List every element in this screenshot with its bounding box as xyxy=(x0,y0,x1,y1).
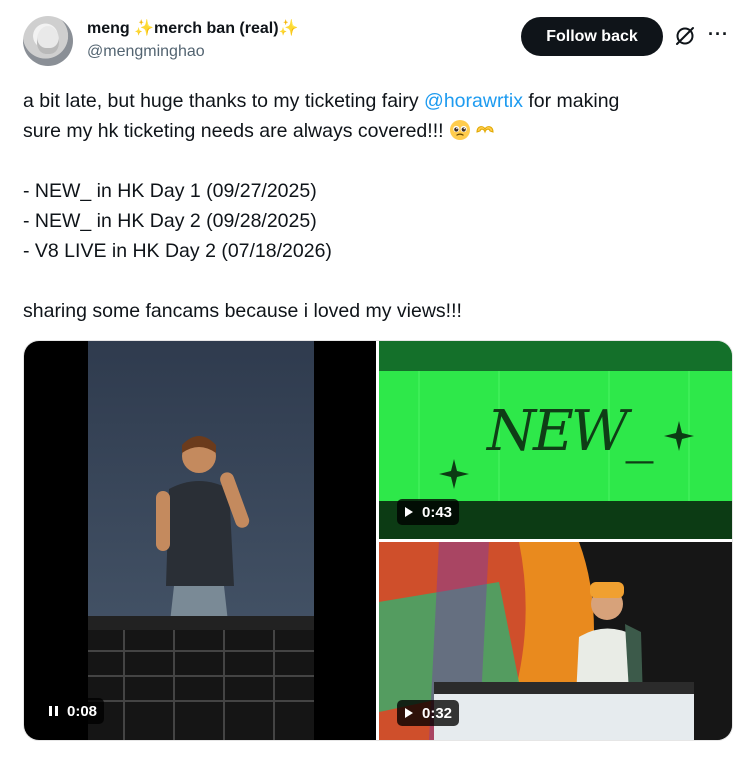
video-tile-3[interactable]: 0:32 xyxy=(379,542,732,740)
list-item-3: - V8 LIVE in HK Day 2 (07/18/2026) xyxy=(23,240,332,262)
display-name-part2: merch ban (real) xyxy=(154,20,279,37)
sparkles-emoji-icon: ✨ xyxy=(278,20,299,37)
play-icon xyxy=(405,708,413,718)
display-name-part1: meng xyxy=(87,20,135,37)
heart-hands-emoji-icon xyxy=(476,126,494,134)
tweet-line-2: sure my hk ticketing needs are always co… xyxy=(23,116,723,146)
video-duration-badge: 0:43 xyxy=(397,499,460,525)
stage-screen-text: NEW_ xyxy=(487,399,653,464)
follow-back-button[interactable]: Follow back xyxy=(521,17,663,56)
video-tile-1[interactable]: 0:08 xyxy=(24,341,376,740)
video-duration-badge: 0:08 xyxy=(42,698,105,724)
video-tile-2[interactable]: NEW_ 0:43 xyxy=(379,341,732,539)
sparkles-emoji-icon: ✨ xyxy=(134,20,155,37)
pause-icon xyxy=(49,706,58,716)
grok-icon[interactable] xyxy=(674,25,696,47)
display-name[interactable]: meng ✨merch ban (real)✨ xyxy=(87,18,298,38)
list-item-1: - NEW_ in HK Day 1 (09/27/2025) xyxy=(23,180,317,202)
tweet-text: a bit late, but huge thanks to my ticket… xyxy=(23,86,723,326)
more-options-icon[interactable]: ··· xyxy=(708,24,729,44)
concert-video-frame xyxy=(88,341,314,740)
pleading-face-emoji-icon xyxy=(449,120,470,140)
media-grid: 0:08 NEW_ 0:43 0:32 xyxy=(23,340,733,741)
avatar[interactable] xyxy=(23,16,73,66)
closing-line: sharing some fancams because i loved my … xyxy=(23,300,462,322)
list-item-2: - NEW_ in HK Day 2 (09/28/2025) xyxy=(23,210,317,232)
mention-link[interactable]: @horawrtix xyxy=(424,90,523,112)
tweet-line-1: a bit late, but huge thanks to my ticket… xyxy=(23,90,620,112)
play-icon xyxy=(405,507,413,517)
video-duration-badge: 0:32 xyxy=(397,700,460,726)
user-handle[interactable]: @mengminghao xyxy=(87,43,205,61)
